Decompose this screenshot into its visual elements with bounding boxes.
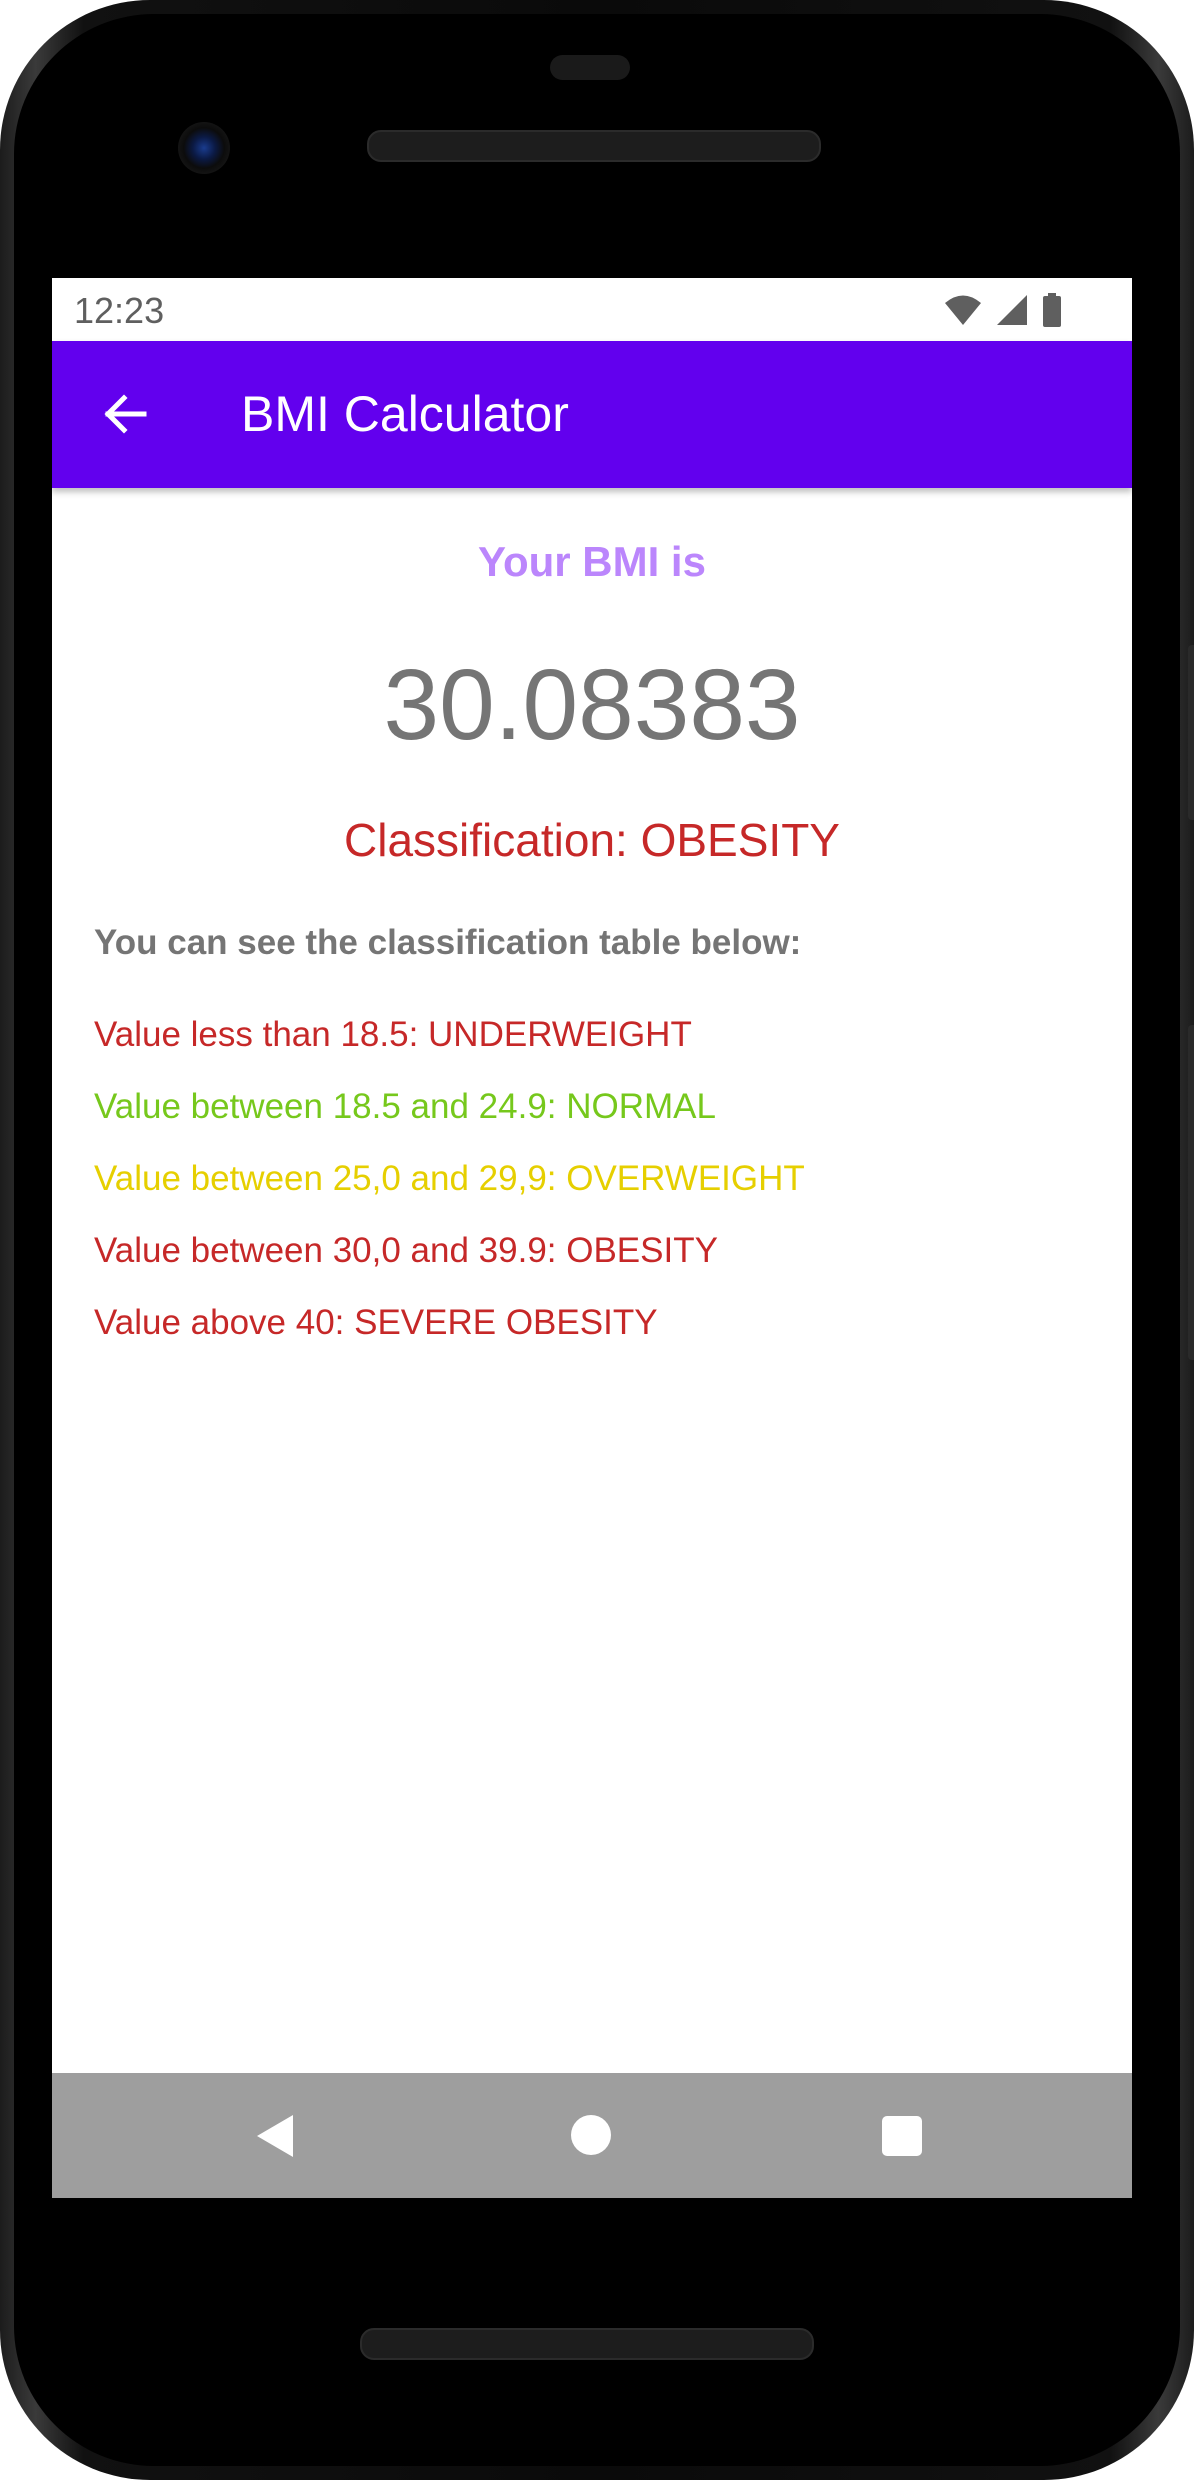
status-time: 12:23 (74, 290, 165, 331)
nav-home-icon[interactable] (571, 2115, 611, 2155)
nav-back-icon[interactable] (255, 2113, 295, 2159)
front-camera (178, 122, 230, 174)
bottom-speaker (360, 2328, 814, 2360)
app-title: BMI Calculator (241, 386, 569, 442)
bmi-heading: Your BMI is (478, 538, 706, 585)
volume-button (1188, 1025, 1194, 1360)
app-bar: BMI Calculator (52, 341, 1132, 488)
classification-row-obesity: Value between 30,0 and 39.9: OBESITY (94, 1231, 718, 1270)
classification-row-normal: Value between 18.5 and 24.9: NORMAL (94, 1087, 716, 1126)
phone-frame: 12:23 BMI Calculator Your BMI is 30.0838… (0, 0, 1194, 2480)
classification-row-severe-obesity: Value above 40: SEVERE OBESITY (94, 1303, 658, 1342)
classification-text: Classification: OBESITY (344, 814, 840, 866)
navigation-bar (52, 2073, 1132, 2198)
cellular-signal-icon (997, 295, 1027, 325)
arrow-back-icon[interactable] (100, 389, 150, 439)
classification-row-underweight: Value less than 18.5: UNDERWEIGHT (94, 1015, 692, 1054)
screen: 12:23 BMI Calculator Your BMI is 30.0838… (52, 278, 1132, 2198)
nav-recents-icon[interactable] (882, 2116, 922, 2156)
wifi-icon (945, 295, 981, 325)
status-bar: 12:23 (52, 278, 1132, 341)
battery-icon (1043, 293, 1061, 327)
top-sensor (550, 55, 630, 80)
bmi-value: 30.08383 (383, 649, 801, 761)
classification-row-overweight: Value between 25,0 and 29,9: OVERWEIGHT (94, 1159, 805, 1198)
status-icons (944, 292, 1062, 328)
classification-table-intro: You can see the classification table bel… (94, 923, 802, 962)
power-button (1188, 645, 1194, 820)
earpiece-speaker (367, 130, 821, 162)
